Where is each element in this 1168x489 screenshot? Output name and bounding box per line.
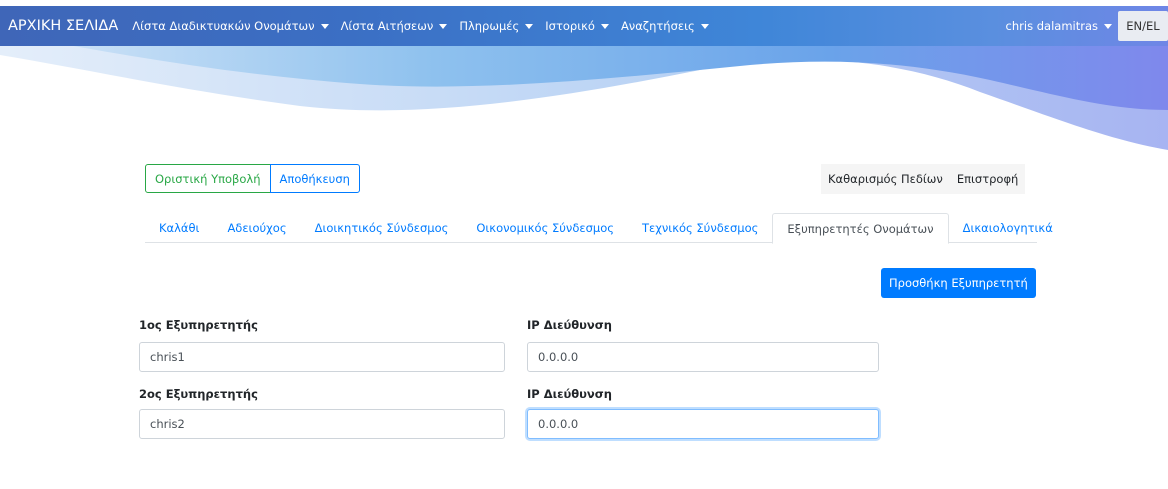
tab-cart[interactable]: Καλάθι <box>145 213 213 243</box>
nav-history-dropdown[interactable]: Ιστορικό <box>545 19 609 33</box>
nav-item-label: Λίστα Διαδικτυακών Ονομάτων <box>132 19 315 33</box>
server-1-name-input[interactable] <box>139 342 505 372</box>
tab-administrative-contact[interactable]: Διοικητικός Σύνδεσμος <box>301 213 463 243</box>
caret-down-icon <box>525 23 534 29</box>
nav-domain-names-dropdown[interactable]: Λίστα Διαδικτυακών Ονομάτων <box>132 19 329 33</box>
submit-button-group: Οριστική Υποβολή Αποθήκευση <box>145 164 360 193</box>
server-2-name-input[interactable] <box>139 409 505 439</box>
caret-down-icon <box>1104 23 1112 29</box>
save-button[interactable]: Αποθήκευση <box>269 164 360 193</box>
caret-down-icon <box>439 23 448 29</box>
user-menu-dropdown[interactable]: chris dalamitras <box>1006 19 1112 33</box>
tab-technical-contact[interactable]: Τεχνικός Σύνδεσμος <box>628 213 772 243</box>
nav-payments-dropdown[interactable]: Πληρωμές <box>459 19 534 33</box>
server-1-ip-label: IP Διεύθυνση <box>527 318 612 332</box>
navbar-right: chris dalamitras EN/EL <box>1006 6 1168 46</box>
form-tabs: Καλάθι Αδειούχος Διοικητικός Σύνδεσμος Ο… <box>145 213 1053 244</box>
server-2-ip-input[interactable] <box>527 409 879 439</box>
back-button[interactable]: Επιστροφή <box>949 164 1026 194</box>
final-submit-button[interactable]: Οριστική Υποβολή <box>145 164 271 193</box>
top-navbar: ΑΡΧΙΚΗ ΣΕΛΙΔΑ Λίστα Διαδικτυακών Ονομάτω… <box>0 6 1168 46</box>
server-1-name-label: 1ος Εξυπηρετητής <box>139 318 258 332</box>
user-name: chris dalamitras <box>1005 19 1098 33</box>
nav-item-label: Πληρωμές <box>459 19 520 33</box>
add-server-button[interactable]: Προσθήκη Εξυπηρετητή <box>881 268 1036 298</box>
tab-licensee[interactable]: Αδειούχος <box>213 213 300 243</box>
nav-item-label: Λίστα Αιτήσεων <box>340 19 434 33</box>
tab-financial-contact[interactable]: Οικονομικός Σύνδεσμος <box>462 213 628 243</box>
server-1-ip-input[interactable] <box>527 342 879 372</box>
server-2-name-label: 2ος Εξυπηρετητής <box>139 387 258 401</box>
caret-down-icon <box>700 23 709 29</box>
tab-documents[interactable]: Δικαιολογητικά <box>949 213 1067 243</box>
nav-item-label: Αναζητήσεις <box>620 19 695 33</box>
nav-searches-dropdown[interactable]: Αναζητήσεις <box>621 19 709 33</box>
caret-down-icon <box>320 23 329 29</box>
form-actions-group: Καθαρισμός Πεδίων Επιστροφή <box>821 164 1026 194</box>
tab-name-servers[interactable]: Εξυπηρετητές Ονομάτων <box>772 213 949 244</box>
server-2-ip-label: IP Διεύθυνση <box>527 387 612 401</box>
caret-down-icon <box>600 23 609 29</box>
nav-applications-dropdown[interactable]: Λίστα Αιτήσεων <box>341 19 448 33</box>
language-toggle-button[interactable]: EN/EL <box>1118 11 1168 41</box>
nav-item-label: Ιστορικό <box>545 19 595 33</box>
clear-fields-button[interactable]: Καθαρισμός Πεδίων <box>821 164 950 194</box>
home-link[interactable]: ΑΡΧΙΚΗ ΣΕΛΙΔΑ <box>0 18 118 34</box>
